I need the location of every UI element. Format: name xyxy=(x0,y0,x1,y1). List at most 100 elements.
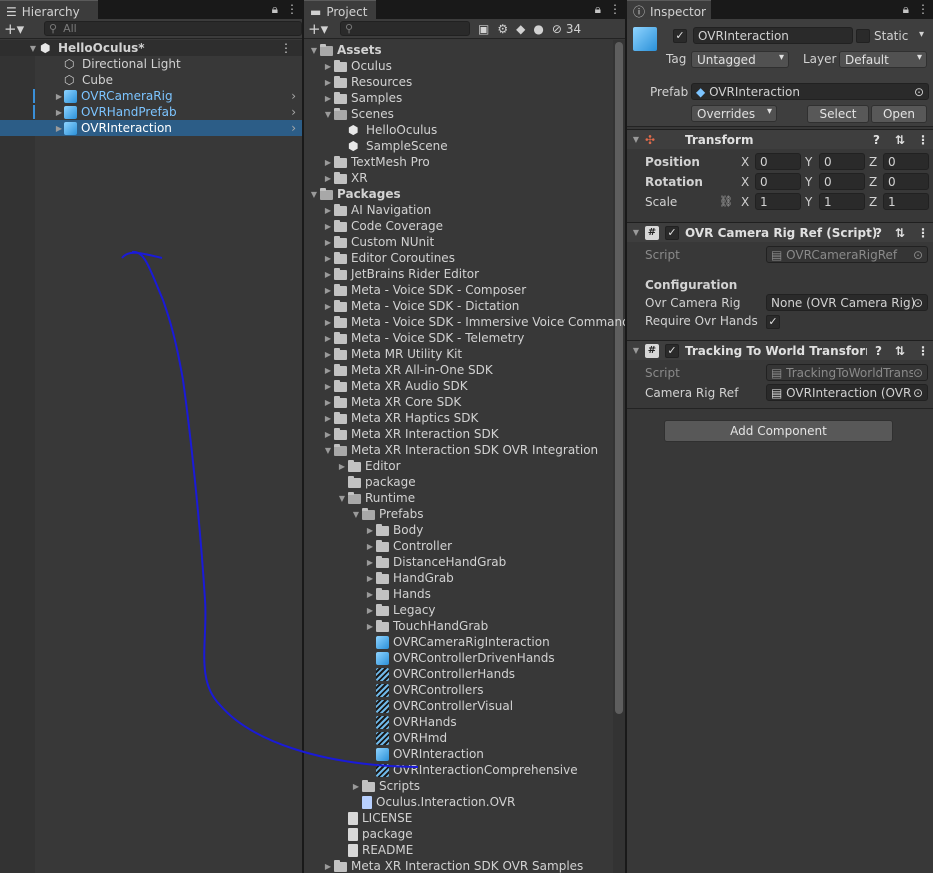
project-tree-item[interactable]: ▶ Controller xyxy=(364,538,452,554)
camera-rig-ref-field[interactable]: ▤ OVRInteraction (OVR C ⊙ xyxy=(766,384,928,401)
collapsed-arrow-icon[interactable]: ▶ xyxy=(364,590,376,599)
position-y-field[interactable]: 0 xyxy=(819,153,865,170)
preset-icon[interactable]: ⇅ xyxy=(895,226,905,240)
static-checkbox[interactable] xyxy=(856,29,870,43)
collapsed-arrow-icon[interactable]: ▶ xyxy=(322,206,334,215)
select-button[interactable]: Select xyxy=(807,105,869,123)
active-checkbox[interactable]: ✓ xyxy=(673,29,687,43)
scene-menu-icon[interactable]: ⋮ xyxy=(280,41,292,55)
collapsed-arrow-icon[interactable]: ▶ xyxy=(322,62,334,71)
static-dropdown-icon[interactable]: ▾ xyxy=(919,29,924,40)
collapsed-arrow-icon[interactable]: ▶ xyxy=(322,254,334,263)
add-component-button[interactable]: Add Component xyxy=(664,420,893,442)
y-axis-label[interactable]: Y xyxy=(805,155,812,169)
expand-arrow-icon[interactable]: ▶ xyxy=(0,124,62,133)
y-axis-label[interactable]: Y xyxy=(805,175,812,189)
project-tree-item[interactable]: OVRControllerVisual xyxy=(364,698,513,714)
require-ovr-hands-checkbox[interactable]: ✓ xyxy=(766,315,780,329)
expanded-arrow-icon[interactable]: ▼ xyxy=(308,190,320,199)
chevron-right-icon[interactable]: › xyxy=(291,89,296,103)
project-tree-item[interactable]: OVRCameraRigInteraction xyxy=(364,634,550,650)
project-tree-item[interactable]: ▶ AI Navigation xyxy=(322,202,431,218)
tab-hierarchy[interactable]: ☰ Hierarchy xyxy=(0,0,98,19)
project-tree-item[interactable]: ▶ Legacy xyxy=(364,602,436,618)
project-tree-item[interactable]: OVRHmd xyxy=(364,730,447,746)
hierarchy-item[interactable]: ▶ OVRInteraction › xyxy=(0,120,302,136)
project-tree-item[interactable]: ▶ Meta XR Haptics SDK xyxy=(322,410,478,426)
project-tree-item[interactable]: ▶ Meta - Voice SDK - Immersive Voice Comm… xyxy=(322,314,625,330)
project-tree-item[interactable]: ⬢ SampleScene xyxy=(336,138,448,154)
project-tree-item[interactable]: ▶ TouchHandGrab xyxy=(364,618,488,634)
prefab-field[interactable]: ◆ OVRInteraction ⊙ xyxy=(691,83,929,100)
preset-icon[interactable]: ⇅ xyxy=(895,133,905,147)
filter-type-icon[interactable]: ⚙ xyxy=(497,22,508,36)
project-tree-item[interactable]: ▶ Meta - Voice SDK - Composer xyxy=(322,282,526,298)
collapsed-arrow-icon[interactable]: ▶ xyxy=(322,238,334,247)
preset-icon[interactable]: ⇅ xyxy=(895,344,905,358)
component-menu-icon[interactable]: ⋮ xyxy=(917,226,929,240)
expand-arrow-icon[interactable]: ▶ xyxy=(0,108,62,117)
rotation-x-field[interactable]: 0 xyxy=(755,173,801,190)
project-tree-item[interactable]: ⬢ HelloOculus xyxy=(336,122,437,138)
expanded-arrow-icon[interactable]: ▼ xyxy=(308,46,320,55)
project-tree-item[interactable]: OVRInteraction xyxy=(364,746,484,762)
scale-z-field[interactable]: 1 xyxy=(883,193,929,210)
project-scrollbar[interactable] xyxy=(615,42,623,714)
project-tree-item[interactable]: ▶ Custom NUnit xyxy=(322,234,434,250)
collapsed-arrow-icon[interactable]: ▶ xyxy=(322,302,334,311)
link-icon[interactable]: ⛓ xyxy=(719,195,733,208)
project-tree-item[interactable]: package xyxy=(336,474,416,490)
collapsed-arrow-icon[interactable]: ▶ xyxy=(364,606,376,615)
project-tree-item[interactable]: OVRControllerDrivenHands xyxy=(364,650,555,666)
hidden-packages-icon[interactable]: ⊘ xyxy=(552,22,562,36)
camera-rig-ref-header[interactable]: ▼ # ✓ OVR Camera Rig Ref (Script) ? ⇅ ⋮ xyxy=(627,222,933,242)
project-tree-item[interactable]: ▼ Runtime xyxy=(336,490,415,506)
y-axis-label[interactable]: Y xyxy=(805,195,812,209)
enabled-checkbox[interactable]: ✓ xyxy=(665,343,679,358)
project-tree-item[interactable]: ▶ Meta - Voice SDK - Dictation xyxy=(322,298,519,314)
expanded-arrow-icon[interactable]: ▼ xyxy=(322,446,334,455)
help-icon[interactable]: ? xyxy=(875,344,882,358)
tab-inspector[interactable]: ⓘ Inspector xyxy=(627,0,711,19)
more-icon[interactable]: ⋮ xyxy=(286,2,298,17)
project-tree-item[interactable]: ▼ Scenes xyxy=(322,106,394,122)
project-tree-item[interactable]: ▼ Assets xyxy=(308,42,382,58)
overrides-dropdown[interactable]: Overrides xyxy=(691,105,777,122)
project-tree-item[interactable]: ▶ Meta XR All-in-One SDK xyxy=(322,362,493,378)
collapsed-arrow-icon[interactable]: ▶ xyxy=(322,174,334,183)
project-tree-item[interactable]: ▶ Meta XR Interaction SDK OVR Samples xyxy=(322,858,583,873)
hierarchy-item[interactable]: ▶ OVRHandPrefab › xyxy=(0,104,302,120)
project-tree-item[interactable]: ▶ Samples xyxy=(322,90,402,106)
more-icon[interactable]: ⋮ xyxy=(609,2,621,17)
collapsed-arrow-icon[interactable]: ▶ xyxy=(322,158,334,167)
rotation-z-field[interactable]: 0 xyxy=(883,173,929,190)
scene-row[interactable]: ▼ ⬢ HelloOculus* ⋮ xyxy=(0,40,302,56)
collapsed-arrow-icon[interactable]: ▶ xyxy=(336,462,348,471)
collapsed-arrow-icon[interactable]: ▶ xyxy=(322,270,334,279)
project-tree-item[interactable]: ▶ Resources xyxy=(322,74,412,90)
help-icon[interactable]: ? xyxy=(873,133,880,147)
layer-dropdown[interactable]: Default xyxy=(839,51,927,68)
project-tree-item[interactable]: ▶ TextMesh Pro xyxy=(322,154,430,170)
collapsed-arrow-icon[interactable]: ▶ xyxy=(322,398,334,407)
expand-arrow-icon[interactable]: ▶ xyxy=(0,92,62,101)
z-axis-label[interactable]: Z xyxy=(869,195,877,209)
project-tree-item[interactable]: ▶ Code Coverage xyxy=(322,218,443,234)
collapsed-arrow-icon[interactable]: ▶ xyxy=(322,78,334,87)
enabled-checkbox[interactable]: ✓ xyxy=(665,225,679,240)
project-tree-item[interactable]: ▶ JetBrains Rider Editor xyxy=(322,266,479,282)
collapsed-arrow-icon[interactable]: ▶ xyxy=(364,542,376,551)
tracking-transformer-header[interactable]: ▼ # ✓ Tracking To World Transformer ? ⇅ … xyxy=(627,340,933,360)
collapsed-arrow-icon[interactable]: ▶ xyxy=(322,286,334,295)
project-tree-item[interactable]: ▼ Meta XR Interaction SDK OVR Integration xyxy=(322,442,598,458)
expanded-arrow-icon[interactable]: ▼ xyxy=(322,110,334,119)
z-axis-label[interactable]: Z xyxy=(869,175,877,189)
collapsed-arrow-icon[interactable]: ▶ xyxy=(322,94,334,103)
project-tree-item[interactable]: ▶ Meta XR Core SDK xyxy=(322,394,461,410)
lock-icon[interactable]: 🔒︎ xyxy=(595,2,601,17)
label-icon[interactable]: ◆ xyxy=(516,22,525,36)
project-tree-item[interactable]: ▶ Hands xyxy=(364,586,431,602)
project-tree-item[interactable]: package xyxy=(336,826,413,842)
project-tree-item[interactable]: ▼ Packages xyxy=(308,186,401,202)
project-tree-item[interactable]: README xyxy=(336,842,413,858)
